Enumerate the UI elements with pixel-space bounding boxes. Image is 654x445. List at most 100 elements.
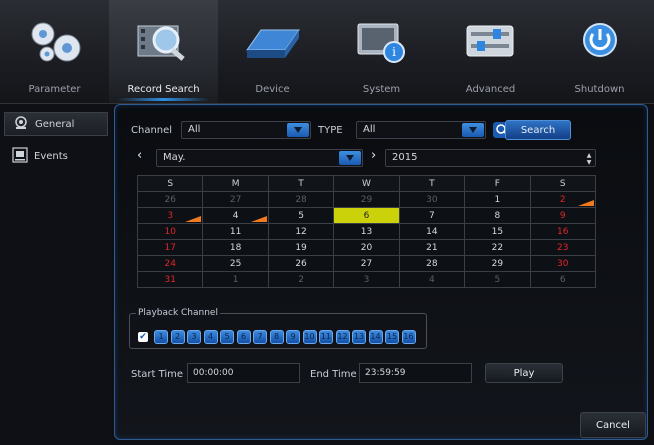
- sidebar-item-label: Events: [34, 150, 68, 162]
- power-icon: [568, 20, 632, 67]
- cancel-button[interactable]: Cancel: [580, 412, 646, 438]
- calendar-day[interactable]: 16: [529, 223, 597, 240]
- left-menu: General Events: [0, 104, 112, 445]
- calendar-day[interactable]: 23: [529, 239, 597, 256]
- weekday-header: T: [267, 175, 335, 192]
- calendar-day[interactable]: 10: [136, 223, 204, 240]
- calendar-day[interactable]: 14: [398, 223, 466, 240]
- camera-icon: [13, 115, 29, 133]
- channel-toggle[interactable]: 1: [154, 330, 168, 344]
- calendar-day[interactable]: 26: [267, 255, 335, 272]
- channel-toggle[interactable]: 13: [352, 330, 366, 344]
- tab-label: Parameter: [28, 84, 81, 95]
- calendar-day[interactable]: 1: [464, 191, 531, 208]
- record-search-panel: Channel All TYPE All Search ‹ May. › 201…: [114, 104, 648, 440]
- channel-toggle[interactable]: 3: [187, 330, 201, 344]
- tab-record-search[interactable]: Record Search: [109, 0, 218, 103]
- calendar-day[interactable]: 18: [202, 239, 269, 256]
- play-button[interactable]: Play: [485, 363, 563, 383]
- calendar-day[interactable]: 27: [333, 255, 400, 272]
- info-monitor-icon: i: [350, 20, 414, 67]
- tab-advanced[interactable]: Advanced: [436, 0, 545, 103]
- calendar-day[interactable]: 13: [333, 223, 400, 240]
- search-button[interactable]: Search: [505, 120, 571, 140]
- sidebar-item-events[interactable]: Events: [4, 144, 108, 168]
- tab-shutdown[interactable]: Shutdown: [545, 0, 654, 103]
- type-value: All: [363, 124, 376, 135]
- channel-toggle[interactable]: 4: [203, 330, 218, 344]
- calendar-day[interactable]: 30: [529, 255, 597, 272]
- calendar-day[interactable]: 7: [398, 207, 466, 224]
- channel-toggle[interactable]: 8: [269, 330, 284, 344]
- chevron-down-icon[interactable]: [339, 151, 361, 165]
- weekday-header: F: [464, 175, 531, 192]
- chevron-down-icon[interactable]: [287, 123, 309, 137]
- calendar-day[interactable]: 5: [464, 271, 531, 288]
- month-select[interactable]: May.: [156, 149, 363, 167]
- channel-toggle[interactable]: 14: [368, 330, 383, 344]
- calendar-day[interactable]: 30: [398, 191, 466, 208]
- calendar-day[interactable]: 11: [202, 223, 269, 240]
- calendar-day[interactable]: 19: [267, 239, 335, 256]
- tab-device[interactable]: Device: [218, 0, 327, 103]
- channel-toggle[interactable]: 11: [319, 330, 333, 344]
- calendar-day[interactable]: 31: [136, 271, 204, 288]
- calendar-day[interactable]: 1: [202, 271, 269, 288]
- calendar-day[interactable]: 20: [333, 239, 400, 256]
- type-select[interactable]: All: [356, 121, 486, 139]
- year-stepper[interactable]: 2015 ▲ ▼: [385, 149, 596, 167]
- calendar-day[interactable]: 26: [136, 191, 204, 208]
- month-value: May.: [163, 152, 186, 163]
- calendar-day[interactable]: 5: [267, 207, 335, 224]
- calendar-day[interactable]: 4: [202, 207, 269, 224]
- calendar-day[interactable]: 29: [333, 191, 400, 208]
- weekday-header: S: [136, 175, 204, 192]
- calendar-day[interactable]: 28: [267, 191, 335, 208]
- channel-toggle[interactable]: 12: [335, 330, 350, 344]
- channel-toggle[interactable]: 16: [401, 330, 416, 344]
- next-month-button[interactable]: ›: [371, 148, 376, 163]
- end-time-field[interactable]: 23:59:59: [359, 363, 472, 383]
- tab-parameter[interactable]: Parameter: [0, 0, 109, 103]
- calendar-day[interactable]: 28: [398, 255, 466, 272]
- calendar-day[interactable]: 6: [529, 271, 597, 288]
- channel-toggle[interactable]: 10: [302, 330, 317, 344]
- calendar-day[interactable]: 17: [136, 239, 204, 256]
- channel-toggle[interactable]: 9: [286, 330, 300, 344]
- channel-toggle[interactable]: 15: [385, 330, 399, 344]
- calendar-day[interactable]: 27: [202, 191, 269, 208]
- channel-toggle[interactable]: 2: [170, 330, 185, 344]
- type-label: TYPE: [318, 125, 343, 136]
- calendar-day[interactable]: 22: [464, 239, 531, 256]
- chevron-down-icon[interactable]: [462, 123, 484, 137]
- calendar-day[interactable]: 12: [267, 223, 335, 240]
- tab-system[interactable]: i System: [327, 0, 436, 103]
- calendar-day[interactable]: 29: [464, 255, 531, 272]
- weekday-header: W: [333, 175, 400, 192]
- calendar-day[interactable]: 2: [267, 271, 335, 288]
- calendar-day[interactable]: 2: [529, 191, 597, 208]
- select-all-checkbox[interactable]: ✔: [138, 332, 148, 342]
- channel-toggle[interactable]: 6: [236, 330, 251, 344]
- calendar-day[interactable]: 24: [136, 255, 204, 272]
- channel-toggle[interactable]: 5: [220, 330, 234, 344]
- calendar-day[interactable]: 3: [333, 271, 400, 288]
- calendar-day[interactable]: 9: [529, 207, 597, 224]
- gears-icon: [23, 20, 87, 67]
- playback-channel-group: Playback Channel ✔ 1 2 3 4 5 6 7 8 9 10 11 12 13 14 15…: [129, 308, 427, 349]
- end-time-label: End Time: [310, 369, 357, 380]
- calendar-day[interactable]: 15: [464, 223, 531, 240]
- prev-month-button[interactable]: ‹: [137, 148, 142, 163]
- channel-select[interactable]: All: [181, 121, 311, 139]
- calendar-day[interactable]: 6: [333, 207, 400, 224]
- calendar-day[interactable]: 21: [398, 239, 466, 256]
- calendar-day[interactable]: 4: [398, 271, 466, 288]
- channel-toggle[interactable]: 7: [253, 330, 267, 344]
- calendar-day[interactable]: 8: [464, 207, 531, 224]
- sidebar-item-general[interactable]: General: [4, 112, 108, 136]
- tab-label: Device: [255, 84, 290, 95]
- calendar-day[interactable]: 3: [136, 207, 204, 224]
- start-time-field[interactable]: 00:00:00: [187, 363, 300, 383]
- spin-arrows-icon[interactable]: ▲ ▼: [585, 152, 593, 166]
- calendar-day[interactable]: 25: [202, 255, 269, 272]
